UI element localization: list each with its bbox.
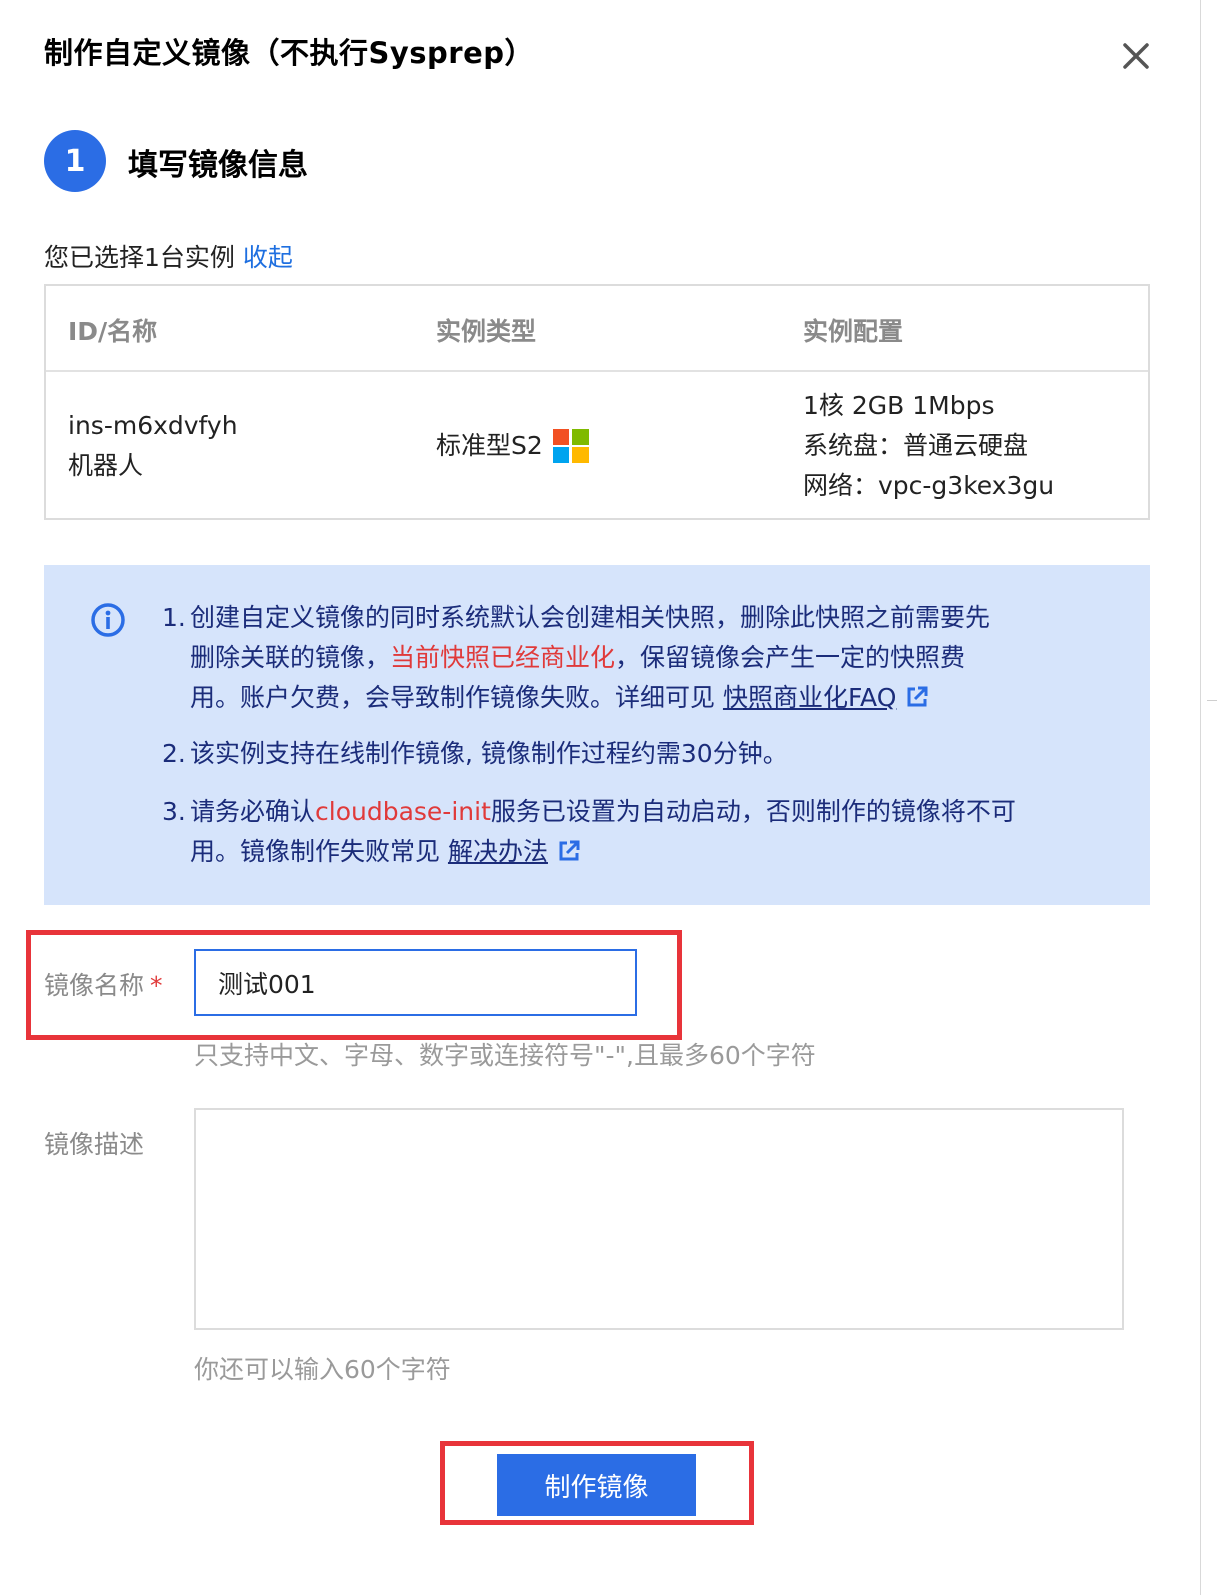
notice-item-1-line3-pre: 用。账户欠费，会导致制作镜像失败。详细可见 (190, 683, 723, 712)
notice-item-3-line1-pre: 请务必确认 (190, 797, 316, 826)
image-name-hint: 只支持中文、字母、数字或连接符号"-",且最多60个字符 (194, 1041, 816, 1070)
instance-type-cell: 标准型S2 (436, 426, 589, 466)
notice-num-1: 1. (162, 603, 186, 632)
column-header-id-name: ID/名称 (68, 317, 158, 346)
instance-config-cell: 1核 2GB 1Mbps 系统盘：普通云硬盘 网络：vpc-g3kex3gu (803, 386, 1054, 506)
notice-item-3-line1-post: 服务已设置为自动启动，否则制作的镜像将不可 (490, 797, 1016, 826)
dialog-title: 制作自定义镜像（不执行Sysprep） (44, 36, 535, 70)
notice-item-1-line2-pre: 删除关联的镜像， (190, 643, 391, 672)
notice-num-3: 3. (162, 797, 186, 826)
close-icon[interactable] (1116, 36, 1156, 76)
windows-icon (552, 429, 589, 463)
image-description-hint: 你还可以输入60个字符 (194, 1355, 451, 1384)
external-link-icon[interactable] (906, 686, 928, 708)
notice-item-1: 1. 创建自定义镜像的同时系统默认会创建相关快照，删除此快照之前需要先 删除关联的… (162, 598, 990, 718)
notice-item-3-line2-pre: 用。镜像制作失败常见 (190, 837, 448, 866)
image-name-label-text: 镜像名称 (44, 971, 145, 1000)
instance-name: 机器人 (68, 451, 144, 480)
selection-text: 您已选择1台实例 (44, 243, 235, 272)
image-description-label: 镜像描述 (44, 1130, 145, 1159)
create-image-dialog: 制作自定义镜像（不执行Sysprep） 1 填写镜像信息 您已选择1台实例 收起… (0, 0, 1200, 1595)
config-spec: 1核 2GB 1Mbps (803, 391, 995, 420)
create-image-button[interactable]: 制作镜像 (497, 1454, 696, 1516)
instance-id: ins-m6xdvfyh (68, 411, 238, 440)
info-icon (91, 603, 125, 637)
image-name-label: 镜像名称 * (44, 966, 163, 1002)
background-edge (1200, 0, 1228, 1595)
column-header-config: 实例配置 (803, 317, 904, 346)
snapshot-faq-link[interactable]: 快照商业化FAQ (723, 683, 896, 712)
image-name-input[interactable] (194, 949, 637, 1016)
instance-table: ID/名称 实例类型 实例配置 ins-m6xdvfyh 机器人 标准型S2 1… (44, 284, 1150, 520)
notice-item-3: 3. 请务必确认cloudbase-init服务已设置为自动启动，否则制作的镜像将… (162, 792, 1016, 872)
collapse-link[interactable]: 收起 (243, 243, 293, 272)
notice-item-2-text: 该实例支持在线制作镜像, 镜像制作过程约需30分钟。 (190, 739, 788, 768)
notice-item-2: 2. 该实例支持在线制作镜像, 镜像制作过程约需30分钟。 (162, 734, 788, 774)
notice-item-1-line2-post: ，保留镜像会产生一定的快照费 (615, 643, 966, 672)
notice-box: 1. 创建自定义镜像的同时系统默认会创建相关快照，删除此快照之前需要先 删除关联的… (44, 565, 1150, 905)
notice-item-1-line1: 创建自定义镜像的同时系统默认会创建相关快照，删除此快照之前需要先 (190, 603, 991, 632)
selection-summary: 您已选择1台实例 收起 (44, 238, 293, 274)
config-disk: 系统盘：普通云硬盘 (803, 431, 1029, 460)
column-header-type: 实例类型 (436, 317, 537, 346)
image-description-textarea[interactable] (194, 1108, 1124, 1330)
solution-link[interactable]: 解决办法 (448, 837, 548, 866)
step-title: 填写镜像信息 (128, 148, 308, 183)
required-mark: * (150, 971, 163, 1000)
instance-type: 标准型S2 (436, 431, 543, 460)
config-network: 网络：vpc-g3kex3gu (803, 471, 1055, 500)
instance-id-cell: ins-m6xdvfyh 机器人 (68, 406, 238, 486)
step-number-badge: 1 (44, 130, 106, 192)
table-header: ID/名称 实例类型 实例配置 (46, 286, 1148, 372)
cloudbase-init-text: cloudbase-init (315, 797, 491, 826)
external-link-icon[interactable] (558, 840, 580, 862)
commercialization-warning: 当前快照已经商业化 (390, 643, 616, 672)
notice-num-2: 2. (162, 739, 186, 768)
